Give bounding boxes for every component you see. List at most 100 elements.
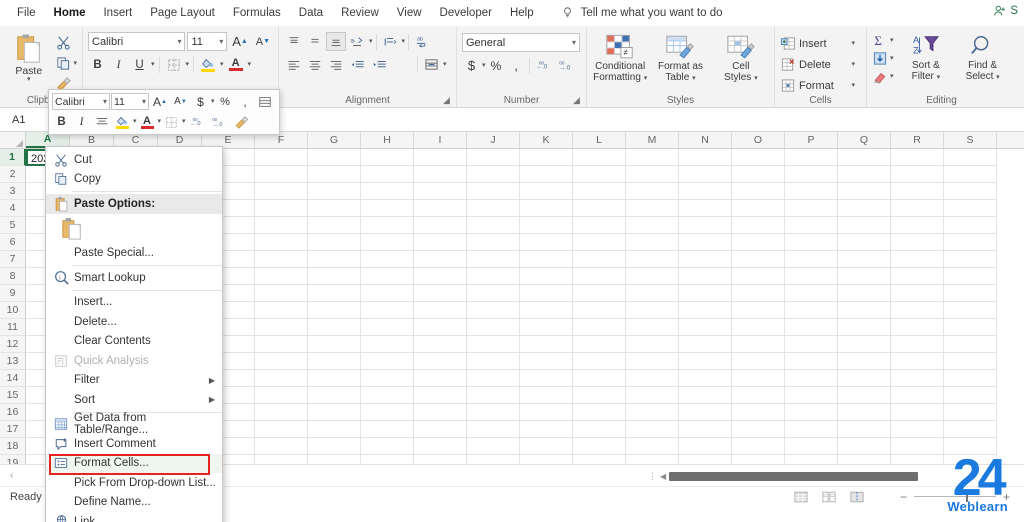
- cell-F14[interactable]: [255, 370, 308, 387]
- cell-L7[interactable]: [573, 251, 626, 268]
- context-menu-item-get-data-from-table-range[interactable]: Get Data from Table/Range...: [46, 412, 222, 436]
- cell-F2[interactable]: [255, 166, 308, 183]
- cell-H4[interactable]: [361, 200, 414, 217]
- align-left-button[interactable]: [284, 55, 304, 74]
- cell-Q1[interactable]: [838, 149, 891, 166]
- column-header-Q[interactable]: Q: [838, 132, 891, 148]
- cell-M14[interactable]: [626, 370, 679, 387]
- format-cells-ribbon-button[interactable]: Format ▾: [780, 75, 861, 96]
- cell-L5[interactable]: [573, 217, 626, 234]
- cell-R4[interactable]: [891, 200, 944, 217]
- cell-H13[interactable]: [361, 353, 414, 370]
- row-header-16[interactable]: 16: [0, 404, 26, 421]
- cell-J7[interactable]: [467, 251, 520, 268]
- cell-S7[interactable]: [944, 251, 997, 268]
- underline-dropdown-caret[interactable]: ▾: [151, 61, 155, 68]
- mini-increase-decimal-button[interactable]: ←.0 00: [187, 113, 208, 132]
- cell-O12[interactable]: [732, 336, 785, 353]
- cell-R18[interactable]: [891, 438, 944, 455]
- cell-N9[interactable]: [679, 285, 732, 302]
- cell-H1[interactable]: [361, 149, 414, 166]
- row-header-5[interactable]: 5: [0, 217, 26, 234]
- cell-H12[interactable]: [361, 336, 414, 353]
- insert-dropdown-caret[interactable]: ▾: [851, 40, 861, 47]
- cell-I9[interactable]: [414, 285, 467, 302]
- tab-page-layout[interactable]: Page Layout: [141, 3, 224, 23]
- cell-Q17[interactable]: [838, 421, 891, 438]
- column-header-M[interactable]: M: [626, 132, 679, 148]
- tab-data[interactable]: Data: [290, 3, 332, 23]
- cell-L12[interactable]: [573, 336, 626, 353]
- cell-H14[interactable]: [361, 370, 414, 387]
- chevron-down-icon[interactable]: ▾: [937, 74, 941, 81]
- mini-format-painter-button[interactable]: [231, 113, 252, 132]
- cell-L8[interactable]: [573, 268, 626, 285]
- paste-option-keep-source-formatting[interactable]: [46, 214, 222, 244]
- row-header-7[interactable]: 7: [0, 251, 26, 268]
- cell-O5[interactable]: [732, 217, 785, 234]
- row-header-4[interactable]: 4: [0, 200, 26, 217]
- mini-currency-button[interactable]: $: [191, 92, 210, 111]
- cell-H18[interactable]: [361, 438, 414, 455]
- cell-S15[interactable]: [944, 387, 997, 404]
- cell-P6[interactable]: [785, 234, 838, 251]
- cell-K3[interactable]: [520, 183, 573, 200]
- chevron-down-icon[interactable]: ▾: [996, 74, 1000, 81]
- cell-M1[interactable]: [626, 149, 679, 166]
- cell-H7[interactable]: [361, 251, 414, 268]
- cell-I4[interactable]: [414, 200, 467, 217]
- column-header-P[interactable]: P: [785, 132, 838, 148]
- cell-O16[interactable]: [732, 404, 785, 421]
- cell-R5[interactable]: [891, 217, 944, 234]
- cell-P17[interactable]: [785, 421, 838, 438]
- borders-button[interactable]: [164, 55, 184, 74]
- cell-N15[interactable]: [679, 387, 732, 404]
- cell-M7[interactable]: [626, 251, 679, 268]
- cell-R10[interactable]: [891, 302, 944, 319]
- cell-L11[interactable]: [573, 319, 626, 336]
- cell-R14[interactable]: [891, 370, 944, 387]
- cell-K19[interactable]: [520, 455, 573, 464]
- cell-G12[interactable]: [308, 336, 361, 353]
- orientation-dropdown-caret[interactable]: ▾: [369, 38, 373, 45]
- scroll-left-arrow-icon[interactable]: ◀: [660, 472, 666, 481]
- cell-G3[interactable]: [308, 183, 361, 200]
- cell-N8[interactable]: [679, 268, 732, 285]
- cell-O6[interactable]: [732, 234, 785, 251]
- cell-N12[interactable]: [679, 336, 732, 353]
- cell-J12[interactable]: [467, 336, 520, 353]
- cell-O18[interactable]: [732, 438, 785, 455]
- cell-O15[interactable]: [732, 387, 785, 404]
- decrease-indent-button[interactable]: [347, 55, 368, 74]
- cell-K17[interactable]: [520, 421, 573, 438]
- cell-F18[interactable]: [255, 438, 308, 455]
- cell-L14[interactable]: [573, 370, 626, 387]
- cell-G2[interactable]: [308, 166, 361, 183]
- cell-G14[interactable]: [308, 370, 361, 387]
- cell-Q10[interactable]: [838, 302, 891, 319]
- cell-Q11[interactable]: [838, 319, 891, 336]
- cell-L3[interactable]: [573, 183, 626, 200]
- cell-K5[interactable]: [520, 217, 573, 234]
- cell-P2[interactable]: [785, 166, 838, 183]
- mini-percent-button[interactable]: %: [215, 92, 234, 111]
- cell-R3[interactable]: [891, 183, 944, 200]
- cell-Q16[interactable]: [838, 404, 891, 421]
- cell-M2[interactable]: [626, 166, 679, 183]
- cell-S4[interactable]: [944, 200, 997, 217]
- cut-button[interactable]: [56, 34, 77, 51]
- paste-dropdown-caret[interactable]: ▾: [27, 76, 31, 83]
- font-size-combo[interactable]: 11 ▾: [187, 32, 228, 51]
- cell-L6[interactable]: [573, 234, 626, 251]
- cell-I3[interactable]: [414, 183, 467, 200]
- grow-font-button[interactable]: A ▲: [229, 32, 251, 51]
- cell-O17[interactable]: [732, 421, 785, 438]
- alignment-dialog-launcher[interactable]: ◢: [443, 96, 452, 105]
- copy-button[interactable]: ▾: [56, 55, 77, 72]
- cell-P1[interactable]: [785, 149, 838, 166]
- cell-Q5[interactable]: [838, 217, 891, 234]
- cell-I1[interactable]: [414, 149, 467, 166]
- cell-N16[interactable]: [679, 404, 732, 421]
- cell-S2[interactable]: [944, 166, 997, 183]
- cell-F17[interactable]: [255, 421, 308, 438]
